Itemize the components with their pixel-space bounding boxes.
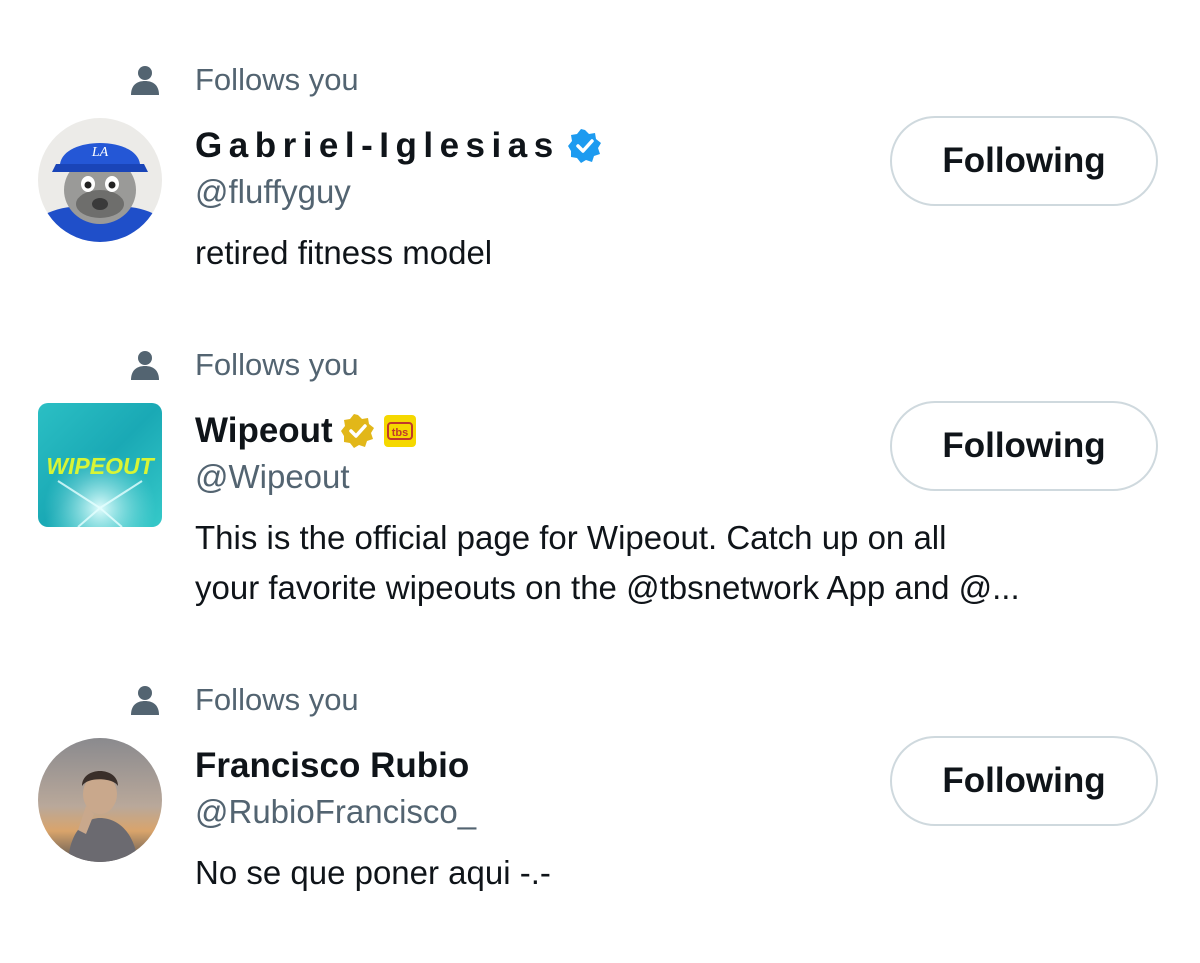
avatar[interactable]: WIPEOUT bbox=[38, 403, 162, 527]
affiliate-badge-icon[interactable]: tbs bbox=[383, 414, 417, 448]
avatar-logo-text: WIPEOUT bbox=[46, 453, 155, 479]
user-handle[interactable]: @RubioFrancisco_ bbox=[195, 790, 476, 834]
user-bio: No se que poner aqui -.- bbox=[195, 848, 1175, 898]
bio-line: your favorite wipeouts on the @tbsnetwor… bbox=[195, 569, 1020, 606]
user-cell-gabriel-iglesias[interactable]: Follows you LA Gabriel-Iglesias @fluffyg… bbox=[0, 0, 1200, 300]
affiliate-badge-text: tbs bbox=[391, 427, 408, 439]
user-cell-francisco-rubio[interactable]: Follows you Francisco Rubio @RubioFranci… bbox=[0, 620, 1200, 920]
bio-line: No se que poner aqui -.- bbox=[195, 854, 551, 891]
verified-blue-check-icon[interactable] bbox=[567, 129, 602, 163]
display-name[interactable]: Wipeout bbox=[195, 407, 333, 455]
user-bio: This is the official page for Wipeout. C… bbox=[195, 513, 1175, 613]
avatar[interactable]: LA bbox=[38, 118, 162, 242]
following-button[interactable]: Following bbox=[890, 116, 1158, 206]
bio-line: retired fitness model bbox=[195, 234, 493, 271]
name-line[interactable]: Francisco Rubio bbox=[195, 742, 469, 790]
person-icon bbox=[128, 348, 162, 382]
verified-gold-check-icon[interactable] bbox=[340, 414, 375, 448]
follows-you-label: Follows you bbox=[195, 682, 359, 717]
social-context: Follows you bbox=[128, 60, 359, 100]
svg-text:LA: LA bbox=[91, 145, 109, 160]
name-line[interactable]: Wipeout tbs bbox=[195, 407, 417, 455]
avatar[interactable] bbox=[38, 738, 162, 862]
user-cell-wipeout[interactable]: Follows you WIPEOUT Wipeout tbs @Wipeout… bbox=[0, 285, 1200, 606]
person-icon bbox=[128, 683, 162, 717]
display-name[interactable]: Francisco Rubio bbox=[195, 742, 469, 790]
follows-you-label: Follows you bbox=[195, 347, 359, 382]
follows-you-label: Follows you bbox=[195, 62, 359, 97]
social-context: Follows you bbox=[128, 680, 359, 720]
user-bio: retired fitness model bbox=[195, 228, 1175, 278]
user-handle[interactable]: @fluffyguy bbox=[195, 170, 351, 214]
name-line[interactable]: Gabriel-Iglesias bbox=[195, 122, 602, 170]
display-name[interactable]: Gabriel-Iglesias bbox=[195, 122, 560, 170]
following-button[interactable]: Following bbox=[890, 736, 1158, 826]
following-button[interactable]: Following bbox=[890, 401, 1158, 491]
person-icon bbox=[128, 63, 162, 97]
social-context: Follows you bbox=[128, 345, 359, 385]
bio-line: This is the official page for Wipeout. C… bbox=[195, 519, 947, 556]
user-handle[interactable]: @Wipeout bbox=[195, 455, 350, 499]
